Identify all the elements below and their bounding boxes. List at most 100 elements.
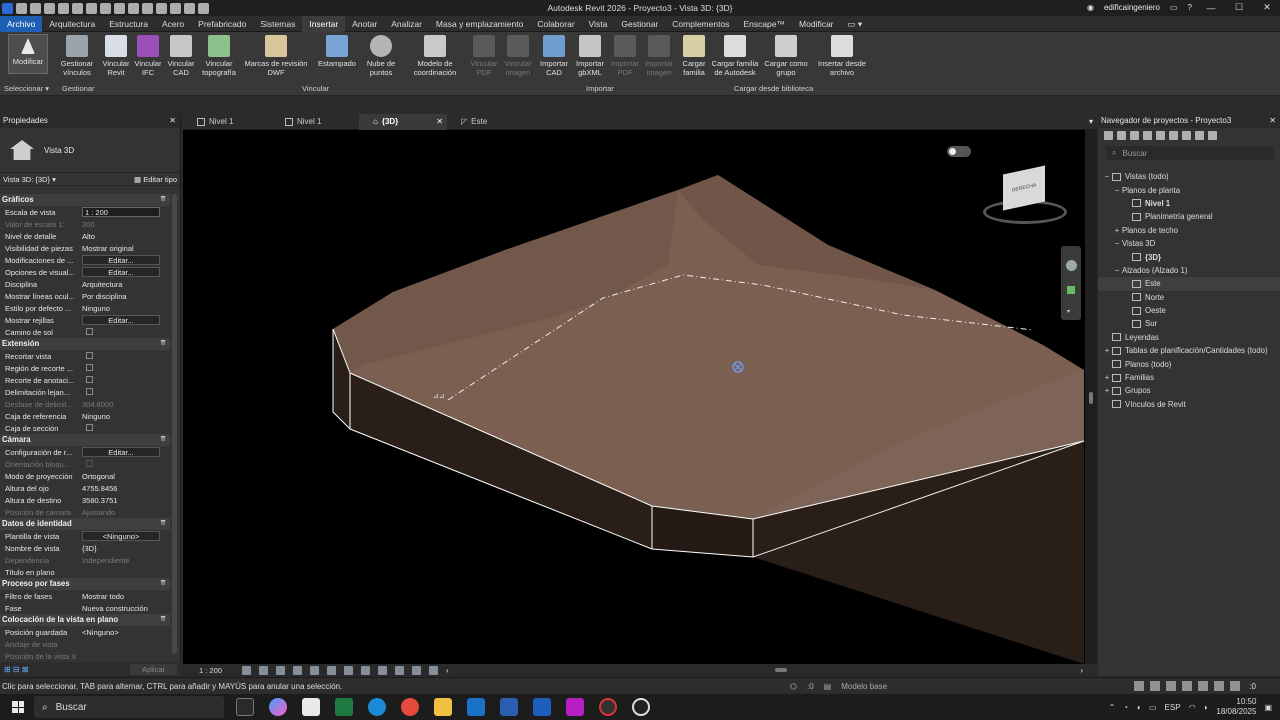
property-value[interactable]: 4755.8456: [80, 484, 170, 493]
revit-app-icon[interactable]: [533, 698, 551, 716]
speaker-icon[interactable]: ◗: [1204, 703, 1209, 712]
reveal-hidden-icon[interactable]: [395, 666, 404, 675]
view-scale-control[interactable]: 1 : 200: [183, 666, 238, 675]
redo-icon[interactable]: [72, 2, 83, 14]
apply-button[interactable]: Aplicar: [130, 663, 177, 675]
select-by-face-icon[interactable]: [1182, 681, 1192, 691]
tab-colaborar[interactable]: Colaborar: [530, 16, 581, 32]
edit-type-button[interactable]: ▦ Editar tipo: [134, 175, 177, 184]
crop-view-icon[interactable]: [327, 666, 336, 675]
select-underlay-icon[interactable]: [1150, 681, 1160, 691]
render-icon[interactable]: [310, 666, 319, 675]
import-cad-button[interactable]: Importar CAD: [537, 34, 571, 77]
edit-render-settings-button[interactable]: Editar...: [82, 447, 160, 457]
render-toggle[interactable]: [947, 146, 971, 157]
browser-tool-icon[interactable]: [1143, 130, 1152, 140]
drag-elements-icon[interactable]: [1198, 681, 1208, 691]
property-value[interactable]: 3580.3751: [80, 496, 170, 505]
hscroll-thumb[interactable]: [775, 668, 787, 672]
tab-estructura[interactable]: Estructura: [102, 16, 155, 32]
link-revit-button[interactable]: Vincular Revit: [100, 34, 132, 77]
browser-tree-item[interactable]: Planimetría general: [1098, 210, 1280, 223]
browser-tool-icon[interactable]: [1117, 130, 1126, 140]
background-process-icon[interactable]: [1214, 681, 1224, 691]
browser-tool-icon[interactable]: [1104, 130, 1113, 140]
user-name[interactable]: edificaingeniero: [1104, 3, 1160, 12]
tab-view-nivel-1[interactable]: Nivel 1: [183, 114, 271, 130]
load-family-button[interactable]: Cargar familia: [678, 34, 710, 77]
tab-vista[interactable]: Vista: [582, 16, 615, 32]
3d-view-icon[interactable]: [156, 2, 167, 14]
worksharing-icon[interactable]: [412, 666, 421, 675]
property-value[interactable]: Por disciplina: [80, 292, 170, 301]
lock-view-icon[interactable]: [361, 666, 370, 675]
group-plano[interactable]: Colocación de la vista en plano ⇈: [0, 614, 170, 626]
dwf-markup-button[interactable]: Marcas de revisión DWF: [242, 34, 310, 77]
browser-tree-item[interactable]: − Vistas 3D: [1098, 237, 1280, 250]
outlook-icon[interactable]: [467, 698, 485, 716]
worksets-icon[interactable]: ⌬: [790, 682, 797, 691]
network-icon[interactable]: ◔: [1123, 703, 1128, 712]
text-icon[interactable]: [142, 2, 153, 14]
close-properties-icon[interactable]: ✕: [169, 114, 176, 128]
browser-tree-item[interactable]: Sur: [1098, 317, 1280, 330]
property-value[interactable]: Ninguno: [80, 412, 170, 421]
browser-tree-item[interactable]: Norte: [1098, 291, 1280, 304]
tab-acero[interactable]: Acero: [155, 16, 191, 32]
browser-tool-icon[interactable]: [1130, 130, 1139, 140]
taskbar-search[interactable]: ⌕ Buscar: [34, 696, 224, 718]
tab-view-3d[interactable]: ⌂ {3D} ✕: [359, 113, 447, 130]
zoom-icon[interactable]: [1067, 286, 1075, 294]
properties-tools-icon[interactable]: ⊞ ⊟ ⊠: [4, 665, 29, 674]
design-options-icon[interactable]: ▤: [824, 682, 832, 691]
manage-links-button[interactable]: Gestionar vínculos: [58, 34, 96, 77]
browser-tree-item[interactable]: Planos (todo): [1098, 357, 1280, 370]
open-icon[interactable]: [16, 2, 27, 14]
browser-search[interactable]: ⌕ Buscar: [1106, 146, 1274, 160]
tab-enscape[interactable]: Enscape™: [736, 16, 792, 32]
link-pdf-button[interactable]: Vincular PDF: [468, 34, 500, 77]
detail-level-icon[interactable]: [242, 666, 251, 675]
view-scale-input[interactable]: 1 : 200: [82, 207, 160, 217]
tab-analizar[interactable]: Analizar: [384, 16, 429, 32]
word-icon[interactable]: [500, 698, 518, 716]
browser-tree-item[interactable]: + Familias: [1098, 371, 1280, 384]
select-pinned-icon[interactable]: [1166, 681, 1176, 691]
sun-path-icon[interactable]: [276, 666, 285, 675]
chrome-icon[interactable]: [401, 698, 419, 716]
vscroll-thumb[interactable]: [1089, 392, 1093, 404]
browser-tree-item[interactable]: Leyendas: [1098, 331, 1280, 344]
copilot-icon[interactable]: [269, 698, 287, 716]
expand-icon[interactable]: +: [1102, 386, 1112, 395]
view-template-button[interactable]: <Ninguno>: [82, 531, 160, 541]
panel-select-dropdown[interactable]: Seleccionar ▾: [4, 84, 49, 93]
wifi-icon[interactable]: ◠: [1189, 703, 1196, 712]
notifications-icon[interactable]: ▣: [1264, 703, 1272, 712]
tab-prefabricado[interactable]: Prefabricado: [191, 16, 253, 32]
modify-button[interactable]: Modificar: [8, 34, 48, 74]
tab-view-nivel-1-b[interactable]: Nivel 1: [271, 114, 359, 130]
hscroll-right-icon[interactable]: ›: [1080, 666, 1083, 675]
browser-tree-item[interactable]: + Tablas de planificación/Cantidades (tod…: [1098, 344, 1280, 357]
collapse-icon[interactable]: −: [1112, 266, 1122, 275]
sync-icon[interactable]: [44, 2, 55, 14]
tab-masa[interactable]: Masa y emplazamiento: [429, 16, 530, 32]
print-icon[interactable]: [86, 2, 97, 14]
expand-icon[interactable]: +: [1102, 373, 1112, 382]
tab-sistemas[interactable]: Sistemas: [253, 16, 302, 32]
edit-vg-overrides-button[interactable]: Editar...: [82, 255, 160, 265]
view-name-value[interactable]: {3D}: [80, 544, 170, 553]
save-icon[interactable]: [30, 2, 41, 14]
volume-icon[interactable]: ◖: [1136, 703, 1141, 712]
import-pdf-button[interactable]: Importar PDF: [608, 34, 642, 77]
analytical-icon[interactable]: [429, 666, 438, 675]
link-image-button[interactable]: Vincular imagen: [502, 34, 534, 77]
group-identidad[interactable]: Datos de identidad ⇈: [0, 518, 170, 530]
tab-complementos[interactable]: Complementos: [665, 16, 736, 32]
thin-lines-icon[interactable]: [184, 2, 195, 14]
decal-button[interactable]: Estampado: [316, 34, 358, 68]
help-icon[interactable]: ?: [1188, 3, 1192, 12]
insert-from-file-button[interactable]: Insertar desde archivo: [816, 34, 868, 77]
browser-tree-item[interactable]: + Grupos: [1098, 384, 1280, 397]
group-extension[interactable]: Extensión ⇈: [0, 338, 170, 350]
